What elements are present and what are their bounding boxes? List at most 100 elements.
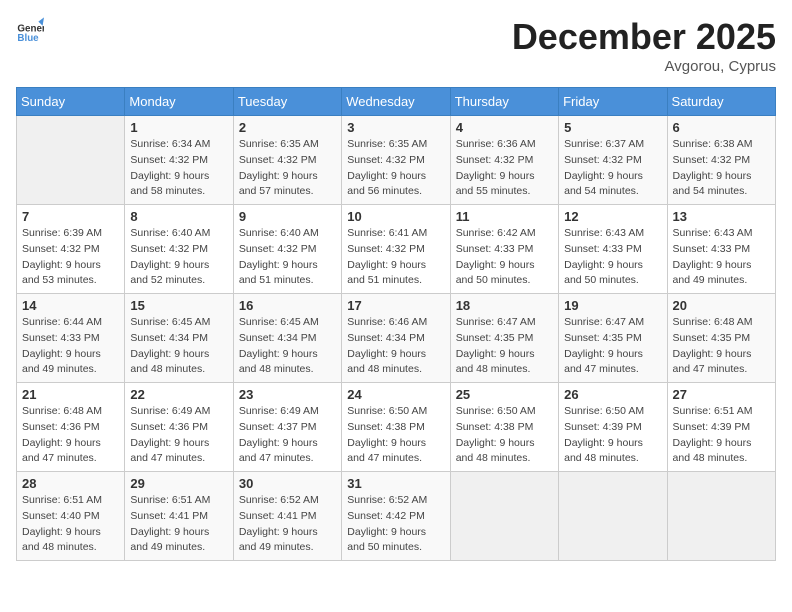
day-info: Sunrise: 6:42 AMSunset: 4:33 PMDaylight:… — [456, 226, 553, 289]
calendar-cell: 30 Sunrise: 6:52 AMSunset: 4:41 PMDayligh… — [233, 472, 341, 561]
calendar-cell: 1Sunrise: 6:34 AMSunset: 4:32 PMDaylight… — [125, 116, 233, 205]
day-info: Sunrise: 6:35 AMSunset: 4:32 PMDaylight:… — [347, 137, 444, 200]
weekday-header-wednesday: Wednesday — [342, 88, 450, 116]
calendar-cell: 29Sunrise: 6:51 AMSunset: 4:41 PMDayligh… — [125, 472, 233, 561]
title-block: December 2025 Avgorou, Cyprus — [512, 16, 776, 75]
calendar-cell: 9Sunrise: 6:40 AMSunset: 4:32 PMDaylight… — [233, 205, 341, 294]
calendar-cell: 7 Sunrise: 6:39 AMSunset: 4:32 PMDaylight… — [17, 205, 125, 294]
day-info: Sunrise: 6:38 AMSunset: 4:32 PMDaylight:… — [673, 137, 770, 200]
weekday-header-friday: Friday — [559, 88, 667, 116]
day-number: 3 — [347, 120, 444, 135]
day-info: Sunrise: 6:52 AMSunset: 4:41 PMDaylight:… — [239, 493, 336, 556]
day-number: 20 — [673, 298, 770, 313]
calendar-cell: 31 Sunrise: 6:52 AMSunset: 4:42 PMDayligh… — [342, 472, 450, 561]
day-info: Sunrise: 6:39 AMSunset: 4:32 PMDaylight:… — [22, 226, 119, 289]
day-number: 23 — [239, 387, 336, 402]
calendar-cell: 15 Sunrise: 6:45 AMSunset: 4:34 PMDayligh… — [125, 294, 233, 383]
month-title: December 2025 — [512, 16, 776, 58]
weekday-header-monday: Monday — [125, 88, 233, 116]
calendar-cell: 24 Sunrise: 6:50 AMSunset: 4:38 PMDayligh… — [342, 383, 450, 472]
day-number: 25 — [456, 387, 553, 402]
day-info: Sunrise: 6:34 AMSunset: 4:32 PMDaylight:… — [130, 137, 227, 200]
day-number: 21 — [22, 387, 119, 402]
day-number: 26 — [564, 387, 661, 402]
location-title: Avgorou, Cyprus — [512, 58, 776, 75]
day-number: 30 — [239, 476, 336, 491]
calendar-cell: 2 Sunrise: 6:35 AMSunset: 4:32 PMDaylight… — [233, 116, 341, 205]
day-number: 31 — [347, 476, 444, 491]
calendar-week-row: 21Sunrise: 6:48 AMSunset: 4:36 PMDayligh… — [17, 383, 776, 472]
day-info: Sunrise: 6:50 AMSunset: 4:38 PMDaylight:… — [347, 404, 444, 467]
day-info: Sunrise: 6:35 AMSunset: 4:32 PMDaylight:… — [239, 137, 336, 200]
logo-icon: General Blue — [16, 16, 44, 44]
day-number: 19 — [564, 298, 661, 313]
day-info: Sunrise: 6:51 AMSunset: 4:40 PMDaylight:… — [22, 493, 119, 556]
calendar-cell: 18Sunrise: 6:47 AMSunset: 4:35 PMDayligh… — [450, 294, 558, 383]
day-info: Sunrise: 6:49 AMSunset: 4:36 PMDaylight:… — [130, 404, 227, 467]
calendar-cell: 27Sunrise: 6:51 AMSunset: 4:39 PMDayligh… — [667, 383, 775, 472]
day-info: Sunrise: 6:43 AMSunset: 4:33 PMDaylight:… — [673, 226, 770, 289]
day-info: Sunrise: 6:52 AMSunset: 4:42 PMDaylight:… — [347, 493, 444, 556]
calendar-cell: 11 Sunrise: 6:42 AMSunset: 4:33 PMDayligh… — [450, 205, 558, 294]
day-info: Sunrise: 6:47 AMSunset: 4:35 PMDaylight:… — [564, 315, 661, 378]
calendar-cell: 26Sunrise: 6:50 AMSunset: 4:39 PMDayligh… — [559, 383, 667, 472]
day-info: Sunrise: 6:47 AMSunset: 4:35 PMDaylight:… — [456, 315, 553, 378]
svg-text:Blue: Blue — [17, 33, 39, 44]
day-info: Sunrise: 6:43 AMSunset: 4:33 PMDaylight:… — [564, 226, 661, 289]
day-info: Sunrise: 6:45 AMSunset: 4:34 PMDaylight:… — [130, 315, 227, 378]
day-info: Sunrise: 6:49 AMSunset: 4:37 PMDaylight:… — [239, 404, 336, 467]
calendar-cell: 6 Sunrise: 6:38 AMSunset: 4:32 PMDaylight… — [667, 116, 775, 205]
day-number: 27 — [673, 387, 770, 402]
calendar-cell — [450, 472, 558, 561]
day-number: 28 — [22, 476, 119, 491]
day-number: 2 — [239, 120, 336, 135]
day-info: Sunrise: 6:51 AMSunset: 4:41 PMDaylight:… — [130, 493, 227, 556]
calendar-week-row: 1Sunrise: 6:34 AMSunset: 4:32 PMDaylight… — [17, 116, 776, 205]
day-number: 24 — [347, 387, 444, 402]
calendar-cell: 28 Sunrise: 6:51 AMSunset: 4:40 PMDayligh… — [17, 472, 125, 561]
calendar-cell: 10 Sunrise: 6:41 AMSunset: 4:32 PMDayligh… — [342, 205, 450, 294]
calendar-cell: 13 Sunrise: 6:43 AMSunset: 4:33 PMDayligh… — [667, 205, 775, 294]
calendar-cell: 16Sunrise: 6:45 AMSunset: 4:34 PMDayligh… — [233, 294, 341, 383]
day-info: Sunrise: 6:40 AMSunset: 4:32 PMDaylight:… — [130, 226, 227, 289]
day-number: 4 — [456, 120, 553, 135]
calendar-cell: 4 Sunrise: 6:36 AMSunset: 4:32 PMDaylight… — [450, 116, 558, 205]
calendar-cell — [559, 472, 667, 561]
day-number: 5 — [564, 120, 661, 135]
calendar-week-row: 14 Sunrise: 6:44 AMSunset: 4:33 PMDayligh… — [17, 294, 776, 383]
calendar-cell: 5Sunrise: 6:37 AMSunset: 4:32 PMDaylight… — [559, 116, 667, 205]
calendar-cell: 14 Sunrise: 6:44 AMSunset: 4:33 PMDayligh… — [17, 294, 125, 383]
day-info: Sunrise: 6:36 AMSunset: 4:32 PMDaylight:… — [456, 137, 553, 200]
weekday-header-sunday: Sunday — [17, 88, 125, 116]
day-info: Sunrise: 6:40 AMSunset: 4:32 PMDaylight:… — [239, 226, 336, 289]
day-number: 10 — [347, 209, 444, 224]
weekday-header-thursday: Thursday — [450, 88, 558, 116]
day-number: 11 — [456, 209, 553, 224]
weekday-header-saturday: Saturday — [667, 88, 775, 116]
calendar-cell — [667, 472, 775, 561]
day-number: 8 — [130, 209, 227, 224]
day-number: 13 — [673, 209, 770, 224]
calendar-week-row: 28 Sunrise: 6:51 AMSunset: 4:40 PMDayligh… — [17, 472, 776, 561]
page-header: General Blue December 2025 Avgorou, Cypr… — [16, 16, 776, 75]
calendar-table: SundayMondayTuesdayWednesdayThursdayFrid… — [16, 87, 776, 561]
day-number: 15 — [130, 298, 227, 313]
day-number: 6 — [673, 120, 770, 135]
day-info: Sunrise: 6:44 AMSunset: 4:33 PMDaylight:… — [22, 315, 119, 378]
calendar-week-row: 7 Sunrise: 6:39 AMSunset: 4:32 PMDaylight… — [17, 205, 776, 294]
day-number: 7 — [22, 209, 119, 224]
weekday-header-tuesday: Tuesday — [233, 88, 341, 116]
calendar-cell: 20 Sunrise: 6:48 AMSunset: 4:35 PMDayligh… — [667, 294, 775, 383]
day-info: Sunrise: 6:41 AMSunset: 4:32 PMDaylight:… — [347, 226, 444, 289]
day-info: Sunrise: 6:50 AMSunset: 4:38 PMDaylight:… — [456, 404, 553, 467]
calendar-cell: 3 Sunrise: 6:35 AMSunset: 4:32 PMDaylight… — [342, 116, 450, 205]
day-info: Sunrise: 6:48 AMSunset: 4:35 PMDaylight:… — [673, 315, 770, 378]
calendar-cell: 8 Sunrise: 6:40 AMSunset: 4:32 PMDaylight… — [125, 205, 233, 294]
calendar-cell: 23 Sunrise: 6:49 AMSunset: 4:37 PMDayligh… — [233, 383, 341, 472]
calendar-cell: 25 Sunrise: 6:50 AMSunset: 4:38 PMDayligh… — [450, 383, 558, 472]
calendar-cell: 17Sunrise: 6:46 AMSunset: 4:34 PMDayligh… — [342, 294, 450, 383]
day-info: Sunrise: 6:45 AMSunset: 4:34 PMDaylight:… — [239, 315, 336, 378]
day-number: 14 — [22, 298, 119, 313]
logo: General Blue — [16, 16, 44, 44]
day-number: 12 — [564, 209, 661, 224]
